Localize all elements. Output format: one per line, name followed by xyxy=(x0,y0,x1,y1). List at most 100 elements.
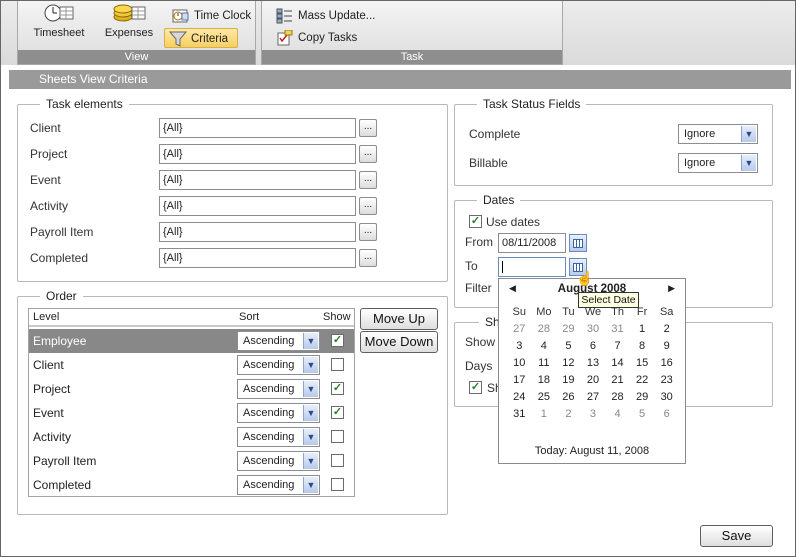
to-date-input[interactable] xyxy=(498,257,566,277)
calendar-day[interactable]: 13 xyxy=(581,354,606,371)
order-row[interactable]: Payroll Item Ascending ▼ xyxy=(29,449,354,473)
save-button[interactable]: Save xyxy=(700,525,773,547)
task-status-fieldset: Task Status Fields xyxy=(454,97,773,186)
sort-select[interactable]: Ascending ▼ xyxy=(237,475,320,495)
task-element-label: Payroll Item xyxy=(30,225,94,239)
show-level-checkbox[interactable]: ✓ xyxy=(331,334,344,347)
calendar-day[interactable]: 18 xyxy=(532,371,557,388)
use-dates-checkbox[interactable]: ✓ xyxy=(469,215,482,228)
calendar-day[interactable]: 27 xyxy=(507,320,532,337)
task-element-input[interactable]: {All} xyxy=(159,144,356,164)
calendar-day[interactable]: 30 xyxy=(581,320,606,337)
calendar-day[interactable]: 11 xyxy=(532,354,557,371)
order-row[interactable]: Client Ascending ▼ xyxy=(29,353,354,377)
move-down-button[interactable]: Move Down xyxy=(360,331,438,353)
billable-select[interactable]: Ignore ▼ xyxy=(678,153,758,173)
show-level-checkbox[interactable] xyxy=(331,358,344,371)
show-level-checkbox[interactable]: ✓ xyxy=(331,382,344,395)
task-element-input[interactable]: {All} xyxy=(159,196,356,216)
calendar-day[interactable]: 31 xyxy=(507,405,532,422)
sort-select[interactable]: Ascending ▼ xyxy=(237,331,320,351)
calendar-day[interactable]: 3 xyxy=(507,337,532,354)
browse-button[interactable]: ... xyxy=(359,223,377,241)
expenses-button[interactable]: Expenses xyxy=(96,3,162,43)
calendar-day[interactable]: 15 xyxy=(630,354,655,371)
calendar-day[interactable]: 5 xyxy=(630,405,655,422)
calendar-day[interactable]: 8 xyxy=(630,337,655,354)
calendar-day[interactable]: 2 xyxy=(654,320,679,337)
sort-select[interactable]: Ascending ▼ xyxy=(237,427,320,447)
calendar-day[interactable]: 17 xyxy=(507,371,532,388)
calendar-day[interactable]: 28 xyxy=(532,320,557,337)
order-row[interactable]: Employee Ascending ▼ ✓ xyxy=(29,329,354,353)
calendar-day[interactable]: 22 xyxy=(630,371,655,388)
calendar-day[interactable]: 7 xyxy=(605,337,630,354)
calendar-day[interactable]: 2 xyxy=(556,405,581,422)
show-level-checkbox[interactable] xyxy=(331,478,344,491)
calendar-day[interactable]: 28 xyxy=(605,388,630,405)
sort-select[interactable]: Ascending ▼ xyxy=(237,403,320,423)
move-up-button[interactable]: Move Up xyxy=(360,308,438,330)
calendar-day[interactable]: 25 xyxy=(532,388,557,405)
calendar-day[interactable]: 1 xyxy=(532,405,557,422)
calendar-day[interactable]: 6 xyxy=(581,337,606,354)
next-month-arrow-icon[interactable]: ▶ xyxy=(668,283,675,294)
calendar-day[interactable]: 29 xyxy=(556,320,581,337)
from-calendar-button[interactable] xyxy=(569,234,587,252)
order-row[interactable]: Event Ascending ▼ ✓ xyxy=(29,401,354,425)
copy-tasks-button[interactable]: Copy Tasks xyxy=(272,28,357,48)
time-clock-button[interactable]: Time Clock xyxy=(168,6,251,26)
order-row[interactable]: Completed Ascending ▼ xyxy=(29,473,354,497)
sort-select-value: Ascending xyxy=(243,359,295,371)
show-level-checkbox[interactable] xyxy=(331,454,344,467)
calendar-day[interactable]: 1 xyxy=(630,320,655,337)
calendar-day[interactable]: 3 xyxy=(581,405,606,422)
calendar-day[interactable]: 14 xyxy=(605,354,630,371)
complete-select[interactable]: Ignore ▼ xyxy=(678,124,758,144)
calendar-day[interactable]: 5 xyxy=(556,337,581,354)
calendar-day[interactable]: 29 xyxy=(630,388,655,405)
browse-button[interactable]: ... xyxy=(359,145,377,163)
ribbon: Timesheet Expenses Time Clock Criteria V… xyxy=(1,1,795,65)
browse-button[interactable]: ... xyxy=(359,249,377,267)
sort-select[interactable]: Ascending ▼ xyxy=(237,451,320,471)
order-row[interactable]: Activity Ascending ▼ xyxy=(29,425,354,449)
calendar-day[interactable]: 4 xyxy=(605,405,630,422)
calendar-day[interactable]: 6 xyxy=(654,405,679,422)
task-element-input[interactable]: {All} xyxy=(159,118,356,138)
show-level-checkbox[interactable] xyxy=(331,430,344,443)
criteria-button[interactable]: Criteria xyxy=(164,28,238,48)
calendar-day[interactable]: 19 xyxy=(556,371,581,388)
calendar-day[interactable]: 27 xyxy=(581,388,606,405)
calendar-day[interactable]: 31 xyxy=(605,320,630,337)
show-level-checkbox[interactable]: ✓ xyxy=(331,406,344,419)
calendar-day[interactable]: 20 xyxy=(581,371,606,388)
calendar-day[interactable]: 10 xyxy=(507,354,532,371)
calendar-today-link[interactable]: Today: August 11, 2008 xyxy=(499,445,685,457)
calendar-day[interactable]: 4 xyxy=(532,337,557,354)
calendar-day[interactable]: 12 xyxy=(556,354,581,371)
mass-update-label: Mass Update... xyxy=(298,10,376,22)
browse-button[interactable]: ... xyxy=(359,171,377,189)
task-element-input[interactable]: {All} xyxy=(159,248,356,268)
order-level-label: Employee xyxy=(33,334,87,348)
mass-update-button[interactable]: Mass Update... xyxy=(272,6,375,26)
show-checkbox[interactable]: ✓ xyxy=(469,381,482,394)
sort-select[interactable]: Ascending ▼ xyxy=(237,355,320,375)
order-level-label: Activity xyxy=(33,430,72,444)
browse-button[interactable]: ... xyxy=(359,197,377,215)
from-date-input[interactable]: 08/11/2008 xyxy=(498,233,566,253)
calendar-day[interactable]: 21 xyxy=(605,371,630,388)
calendar-day[interactable]: 30 xyxy=(654,388,679,405)
sort-select[interactable]: Ascending ▼ xyxy=(237,379,320,399)
calendar-day[interactable]: 16 xyxy=(654,354,679,371)
calendar-day[interactable]: 24 xyxy=(507,388,532,405)
order-row[interactable]: Project Ascending ▼ ✓ xyxy=(29,377,354,401)
task-element-input[interactable]: {All} xyxy=(159,222,356,242)
browse-button[interactable]: ... xyxy=(359,119,377,137)
calendar-day[interactable]: 26 xyxy=(556,388,581,405)
timesheet-button[interactable]: Timesheet xyxy=(26,3,92,43)
calendar-day[interactable]: 23 xyxy=(654,371,679,388)
calendar-day[interactable]: 9 xyxy=(654,337,679,354)
task-element-input[interactable]: {All} xyxy=(159,170,356,190)
